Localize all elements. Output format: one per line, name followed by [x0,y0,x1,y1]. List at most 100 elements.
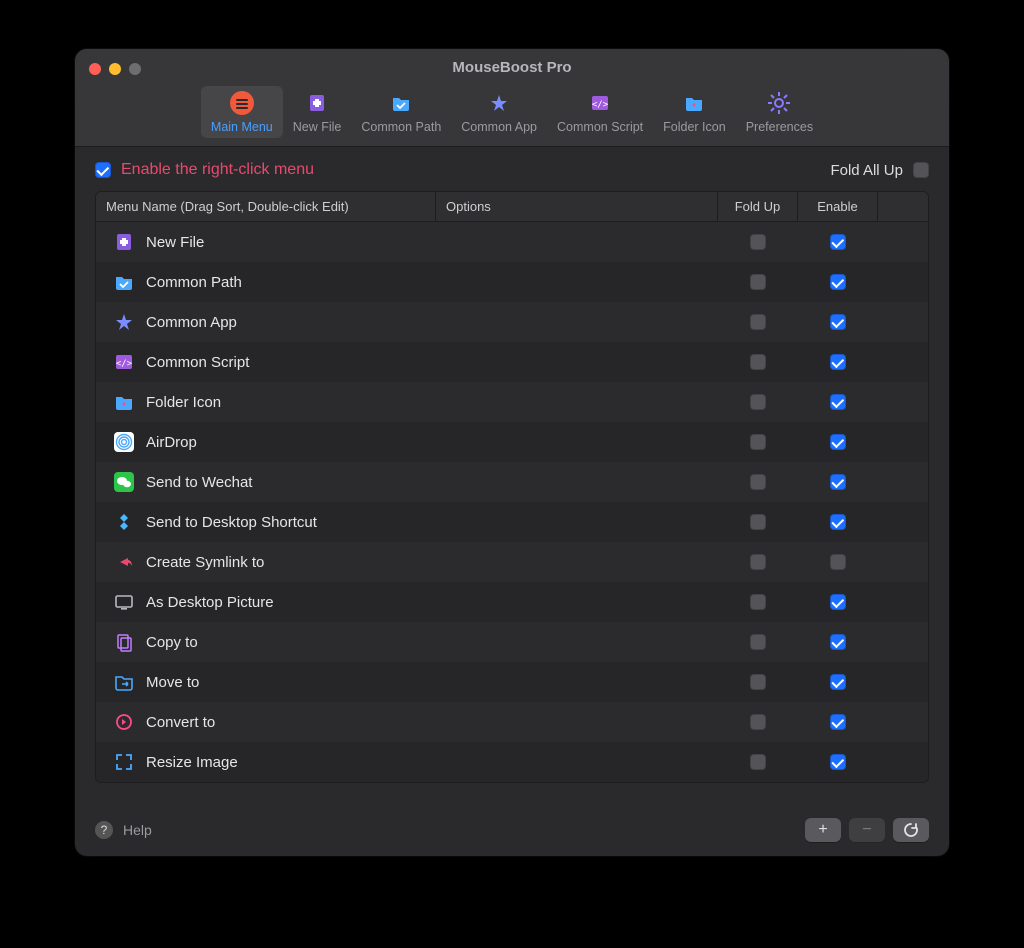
table-row[interactable]: As Desktop Picture [96,582,928,622]
tab-preferences[interactable]: Preferences [736,86,823,138]
help-icon: ? [95,821,113,839]
row-label: Send to Desktop Shortcut [146,514,317,531]
fold-checkbox[interactable] [750,554,766,570]
desktop-picture-icon [114,592,134,612]
fold-checkbox[interactable] [750,714,766,730]
table-row[interactable]: New File [96,222,928,262]
tab-common-app[interactable]: Common App [451,86,547,138]
table-row[interactable]: Common Path [96,262,928,302]
new-file-icon [114,232,134,252]
enable-label: Enable the right-click menu [121,161,314,179]
tab-preferences-icon [764,90,794,116]
table-row[interactable]: Move to [96,662,928,702]
tab-common-path-icon [386,90,416,116]
fold-checkbox[interactable] [750,514,766,530]
row-name-cell: Send to Desktop Shortcut [96,512,436,532]
enable-checkbox[interactable] [830,594,846,610]
help-label: Help [123,822,152,838]
footer: ? Help + − [75,808,949,856]
wechat-icon [114,472,134,492]
content: Enable the right-click menu Fold All Up … [75,147,949,856]
fold-checkbox[interactable] [750,434,766,450]
fold-checkbox[interactable] [750,274,766,290]
enable-checkbox[interactable] [830,474,846,490]
table-row[interactable]: Copy to [96,622,928,662]
row-label: Move to [146,674,199,691]
enable-checkbox[interactable] [830,514,846,530]
enable-checkbox[interactable] [830,674,846,690]
menu-table: Menu Name (Drag Sort, Double-click Edit)… [95,191,929,783]
col-enable[interactable]: Enable [798,192,878,221]
enable-checkbox[interactable] [830,274,846,290]
fold-checkbox[interactable] [750,314,766,330]
enable-checkbox[interactable] [830,314,846,330]
tab-new-file-label: New File [293,120,342,134]
help-button[interactable]: ? Help [95,821,152,839]
enable-checkbox[interactable] [830,394,846,410]
tab-common-script[interactable]: </>Common Script [547,86,653,138]
enable-checkbox[interactable] [830,714,846,730]
tab-common-path[interactable]: Common Path [351,86,451,138]
script-icon: </> [114,352,134,372]
tab-folder-icon-label: Folder Icon [663,120,726,134]
tab-folder-icon-icon [679,90,709,116]
svg-text:</>: </> [592,100,609,110]
col-spacer [878,192,928,221]
folder-path-icon [114,272,134,292]
row-name-cell: New File [96,232,436,252]
convert-icon [114,712,134,732]
fold-checkbox[interactable] [750,594,766,610]
reload-icon [903,822,919,838]
fold-checkbox[interactable] [750,474,766,490]
row-name-cell: Folder Icon [96,392,436,412]
row-name-cell: Convert to [96,712,436,732]
enable-checkbox[interactable] [830,754,846,770]
fold-checkbox[interactable] [750,754,766,770]
row-label: Create Symlink to [146,554,264,571]
enable-right-click[interactable]: Enable the right-click menu [95,161,314,179]
enable-checkbox[interactable] [830,354,846,370]
table-row[interactable]: Common App [96,302,928,342]
reload-button[interactable] [893,818,929,842]
tab-folder-icon[interactable]: Folder Icon [653,86,736,138]
enable-checkbox[interactable] [830,554,846,570]
footer-buttons: + − [805,818,929,842]
add-button[interactable]: + [805,818,841,842]
fold-all-label: Fold All Up [830,162,903,179]
table-row[interactable]: Create Symlink to [96,542,928,582]
svg-text:</>: </> [116,359,133,369]
fold-checkbox[interactable] [750,674,766,690]
tab-new-file[interactable]: New File [283,86,352,138]
fold-checkbox[interactable] [750,354,766,370]
fold-checkbox[interactable] [750,634,766,650]
tab-main-menu[interactable]: Main Menu [201,86,283,138]
fold-checkbox[interactable] [750,394,766,410]
tab-common-path-label: Common Path [361,120,441,134]
enable-checkbox[interactable] [830,434,846,450]
enable-checkbox[interactable] [830,234,846,250]
row-name-cell: Create Symlink to [96,552,436,572]
remove-button[interactable]: − [849,818,885,842]
fold-all-checkbox[interactable] [913,162,929,178]
minimize-icon[interactable] [109,63,121,75]
table-row[interactable]: Convert to [96,702,928,742]
table-row[interactable]: Resize Image [96,742,928,782]
enable-checkbox[interactable] [830,634,846,650]
table-row[interactable]: Send to Wechat [96,462,928,502]
row-label: As Desktop Picture [146,594,274,611]
table-row[interactable]: AirDrop [96,422,928,462]
table-row[interactable]: Send to Desktop Shortcut [96,502,928,542]
maximize-icon[interactable] [129,63,141,75]
fold-all-up[interactable]: Fold All Up [830,162,929,179]
col-options[interactable]: Options [436,192,718,221]
close-icon[interactable] [89,63,101,75]
row-label: Common App [146,314,237,331]
enable-checkbox[interactable] [95,162,111,178]
col-menu-name[interactable]: Menu Name (Drag Sort, Double-click Edit) [96,192,436,221]
col-fold-up[interactable]: Fold Up [718,192,798,221]
row-label: AirDrop [146,434,197,451]
fold-checkbox[interactable] [750,234,766,250]
table-row[interactable]: </>Common Script [96,342,928,382]
table-row[interactable]: Folder Icon [96,382,928,422]
row-label: Folder Icon [146,394,221,411]
